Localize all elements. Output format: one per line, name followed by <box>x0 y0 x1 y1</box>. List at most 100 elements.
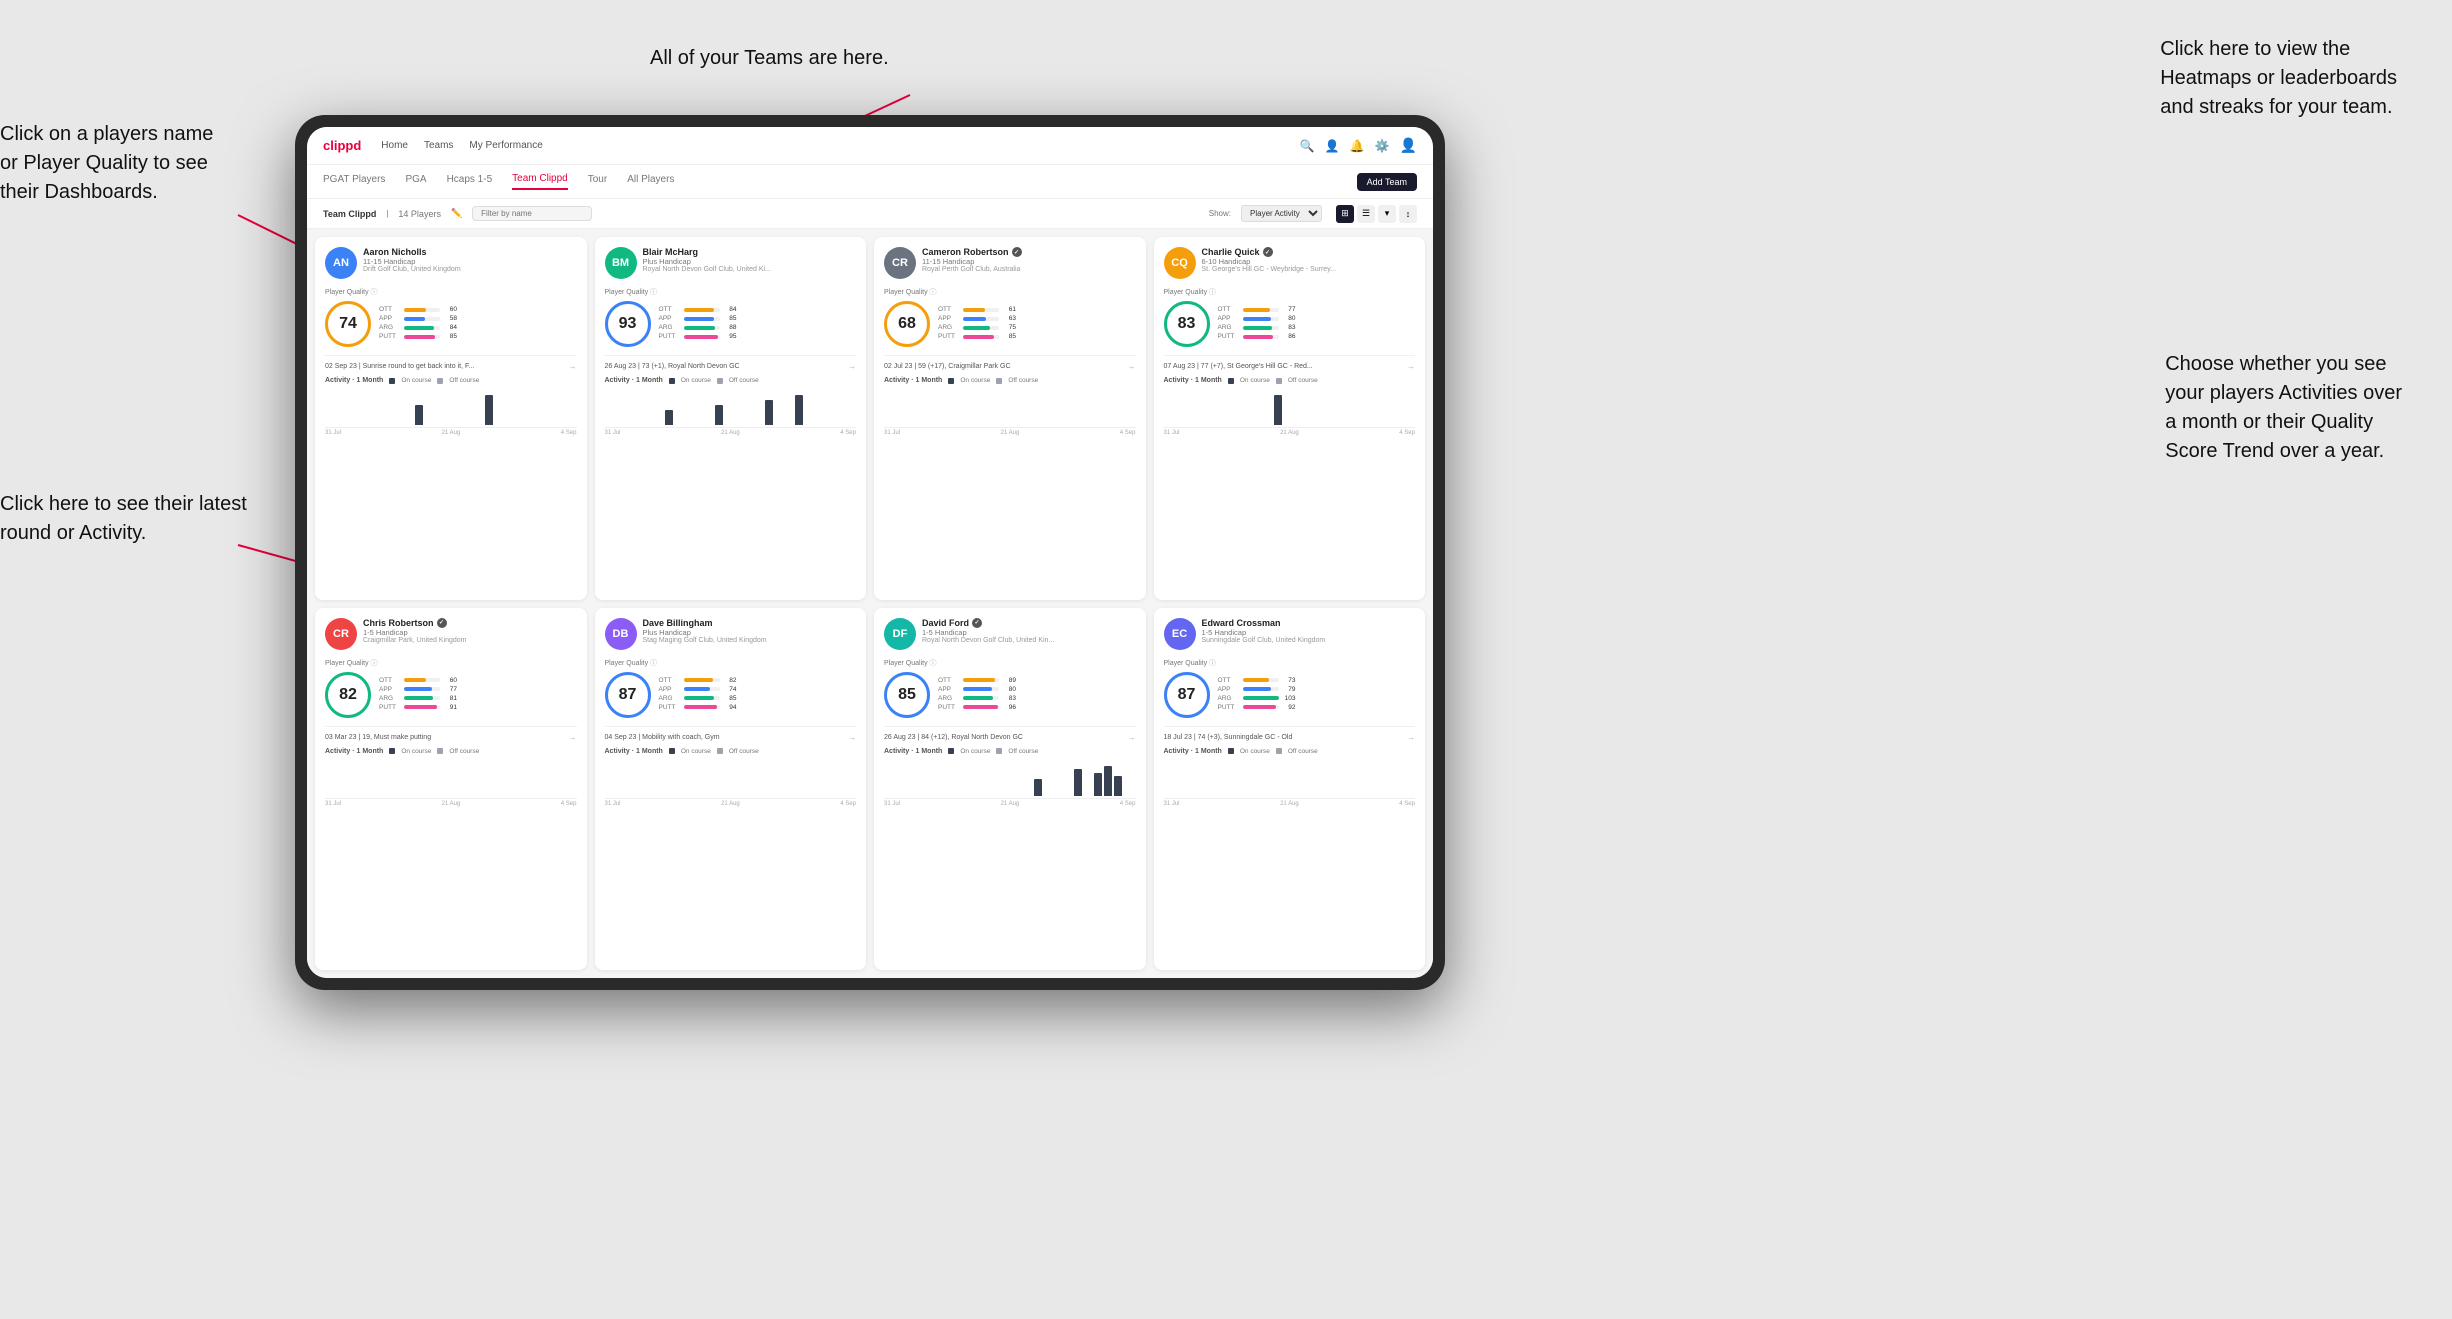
quality-circle[interactable]: 74 <box>325 301 371 347</box>
nav-teams[interactable]: Teams <box>424 140 453 151</box>
stat-bar-fill <box>963 317 986 321</box>
filter-icon[interactable]: ▾ <box>1378 205 1396 223</box>
nav-performance[interactable]: My Performance <box>469 140 542 151</box>
player-club: Craigmillar Park, United Kingdom <box>363 637 577 644</box>
edit-icon[interactable]: ✏️ <box>451 208 462 219</box>
recent-round[interactable]: 02 Jul 23 | 59 (+17), Craigmillar Park G… <box>884 355 1136 371</box>
stat-label: OTT <box>379 306 401 313</box>
stat-value: 74 <box>723 686 737 693</box>
stat-value: 85 <box>443 333 457 340</box>
player-name[interactable]: Edward Crossman <box>1202 618 1416 628</box>
player-name[interactable]: Blair McHarg <box>643 247 857 257</box>
tab-team-clippd[interactable]: Team Clippd <box>512 173 568 190</box>
player-handicap: 6-10 Handicap <box>1202 257 1416 266</box>
chart-bar <box>485 395 493 425</box>
search-input[interactable] <box>472 206 592 221</box>
recent-round[interactable]: 04 Sep 23 | Mobility with coach, Gym → <box>605 726 857 742</box>
show-label: Show: <box>1209 209 1231 218</box>
stat-label: APP <box>1218 315 1240 322</box>
player-name[interactable]: David Ford ✓ <box>922 618 1136 628</box>
player-info: Dave Billingham Plus Handicap Stag Magin… <box>643 618 857 644</box>
recent-round[interactable]: 03 Mar 23 | 19, Must make putting → <box>325 726 577 742</box>
stat-row: APP 85 <box>659 315 857 322</box>
recent-round[interactable]: 18 Jul 23 | 74 (+3), Sunningdale GC - Ol… <box>1164 726 1416 742</box>
recent-round[interactable]: 26 Aug 23 | 73 (+1), Royal North Devon G… <box>605 355 857 371</box>
stat-row: APP 80 <box>1218 315 1416 322</box>
person-icon[interactable]: 👤 <box>1325 139 1340 153</box>
stat-bar-fill <box>684 705 718 709</box>
tablet-frame: clippd Home Teams My Performance 🔍 👤 🔔 ⚙… <box>295 115 1445 990</box>
list-view-icon[interactable]: ☰ <box>1357 205 1375 223</box>
activity-header: Activity · 1 Month On course Off course <box>325 377 577 384</box>
nav-home[interactable]: Home <box>381 140 408 151</box>
player-name[interactable]: Charlie Quick ✓ <box>1202 247 1416 257</box>
tab-all-players[interactable]: All Players <box>627 174 674 189</box>
avatar-icon[interactable]: 👤 <box>1400 137 1417 154</box>
quality-circle[interactable]: 68 <box>884 301 930 347</box>
annotation-left-top: Click on a players name or Player Qualit… <box>0 120 213 207</box>
add-team-button[interactable]: Add Team <box>1357 173 1417 191</box>
player-card[interactable]: DB Dave Billingham Plus Handicap Stag Ma… <box>595 608 867 971</box>
stat-bar-bg <box>404 705 440 709</box>
chart-bar <box>1274 395 1282 425</box>
grid-view-icon[interactable]: ⊞ <box>1336 205 1354 223</box>
recent-round[interactable]: 26 Aug 23 | 84 (+12), Royal North Devon … <box>884 726 1136 742</box>
annotation-right-bottom: Choose whether you see your players Acti… <box>2165 350 2402 466</box>
player-card[interactable]: EC Edward Crossman 1-5 Handicap Sunningd… <box>1154 608 1426 971</box>
quality-circle[interactable]: 82 <box>325 672 371 718</box>
sort-icon[interactable]: ↕ <box>1399 205 1417 223</box>
off-course-label: Off course <box>449 377 479 384</box>
quality-circle[interactable]: 87 <box>1164 672 1210 718</box>
chart-area <box>884 759 1136 799</box>
settings-icon[interactable]: ⚙️ <box>1375 139 1390 153</box>
player-card[interactable]: AN Aaron Nicholls 11-15 Handicap Drift G… <box>315 237 587 600</box>
tab-pgat[interactable]: PGAT Players <box>323 174 385 189</box>
quality-circle[interactable]: 85 <box>884 672 930 718</box>
player-header: AN Aaron Nicholls 11-15 Handicap Drift G… <box>325 247 577 279</box>
recent-round[interactable]: 02 Sep 23 | Sunrise round to get back in… <box>325 355 577 371</box>
stat-bar-bg <box>684 678 720 682</box>
player-card[interactable]: CR Chris Robertson ✓ 1-5 Handicap Craigm… <box>315 608 587 971</box>
stat-bar-fill <box>404 678 426 682</box>
activity-header: Activity · 1 Month On course Off course <box>605 377 857 384</box>
on-course-dot <box>389 748 395 754</box>
player-name[interactable]: Dave Billingham <box>643 618 857 628</box>
player-card[interactable]: CR Cameron Robertson ✓ 11-15 Handicap Ro… <box>874 237 1146 600</box>
stat-bar-fill <box>684 317 715 321</box>
quality-circle[interactable]: 87 <box>605 672 651 718</box>
stats-rows: OTT 82 APP 74 ARG 85 PUTT 9 <box>659 677 857 713</box>
tab-hcaps[interactable]: Hcaps 1-5 <box>447 174 493 189</box>
quality-section: 83 OTT 77 APP 80 ARG 83 PUTT <box>1164 301 1416 347</box>
player-name[interactable]: Chris Robertson ✓ <box>363 618 577 628</box>
activity-legend: On course Off course <box>948 377 1038 384</box>
recent-round[interactable]: 07 Aug 23 | 77 (+7), St George's Hill GC… <box>1164 355 1416 371</box>
player-name[interactable]: Cameron Robertson ✓ <box>922 247 1136 257</box>
player-card[interactable]: BM Blair McHarg Plus Handicap Royal Nort… <box>595 237 867 600</box>
player-header: EC Edward Crossman 1-5 Handicap Sunningd… <box>1164 618 1416 650</box>
quality-section: 85 OTT 89 APP 80 ARG 83 PUTT <box>884 672 1136 718</box>
player-name[interactable]: Aaron Nicholls <box>363 247 577 257</box>
search-icon[interactable]: 🔍 <box>1300 139 1315 153</box>
activity-label: Activity · 1 Month <box>325 377 383 384</box>
tab-pga[interactable]: PGA <box>405 174 426 189</box>
on-course-label: On course <box>401 377 431 384</box>
player-handicap: 1-5 Handicap <box>922 628 1136 637</box>
player-card[interactable]: CQ Charlie Quick ✓ 6-10 Handicap St. Geo… <box>1154 237 1426 600</box>
player-card[interactable]: DF David Ford ✓ 1-5 Handicap Royal North… <box>874 608 1146 971</box>
tab-tour[interactable]: Tour <box>588 174 607 189</box>
bell-icon[interactable]: 🔔 <box>1350 139 1365 153</box>
nav-logo: clippd <box>323 138 361 153</box>
stat-label: APP <box>659 686 681 693</box>
player-handicap: 1-5 Handicap <box>363 628 577 637</box>
quality-circle[interactable]: 93 <box>605 301 651 347</box>
show-select[interactable]: Player Activity <box>1241 205 1322 222</box>
activity-section: Activity · 1 Month On course Off course … <box>325 377 577 436</box>
off-course-dot <box>717 748 723 754</box>
on-course-label: On course <box>681 748 711 755</box>
activity-legend: On course Off course <box>669 377 759 384</box>
stat-value: 83 <box>1002 695 1016 702</box>
chart-date-mid: 21 Aug <box>442 430 461 436</box>
stat-bar-bg <box>404 678 440 682</box>
stats-rows: OTT 73 APP 79 ARG 103 PUTT <box>1218 677 1416 713</box>
quality-circle[interactable]: 83 <box>1164 301 1210 347</box>
